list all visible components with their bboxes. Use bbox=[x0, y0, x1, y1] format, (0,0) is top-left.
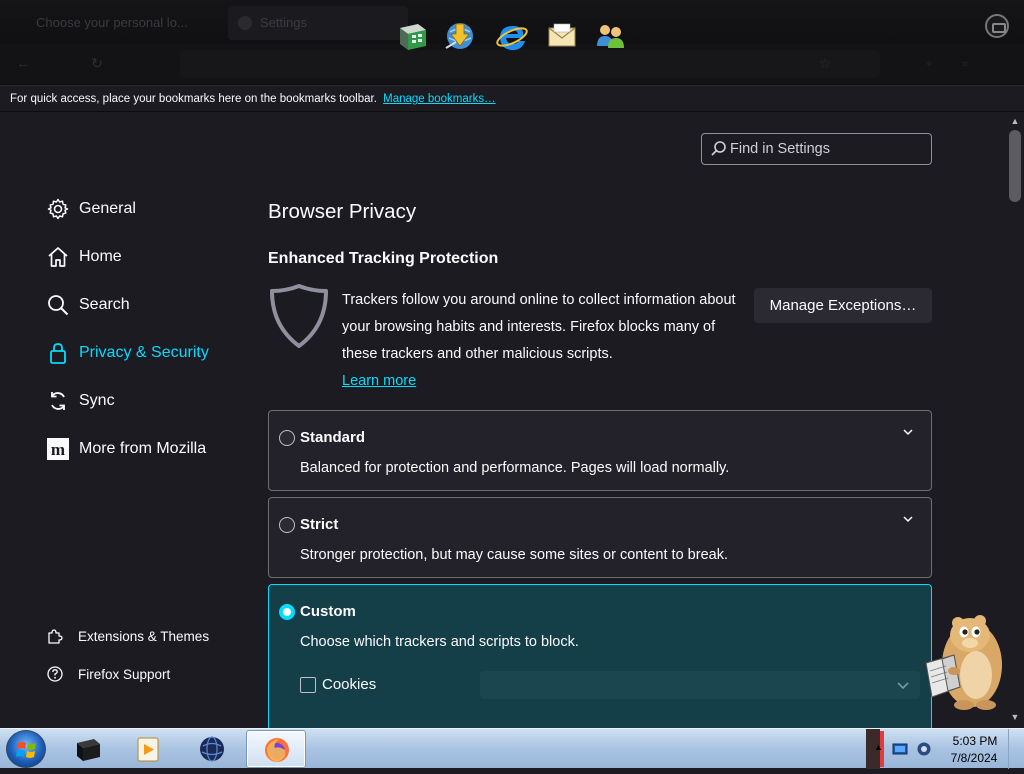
tab-inactive[interactable]: Choose your personal lo... bbox=[6, 6, 216, 40]
scrollbar-thumb[interactable] bbox=[1009, 130, 1021, 202]
app-menu-button[interactable] bbox=[985, 14, 1009, 38]
taskbar-app-terminal[interactable] bbox=[58, 730, 118, 768]
globe-icon bbox=[200, 736, 224, 762]
chevron-down-icon[interactable] bbox=[901, 512, 915, 526]
manage-bookmarks-link[interactable]: Manage bookmarks… bbox=[383, 93, 496, 105]
taskbar: ▲ 5:03 PM 7/8/2024 bbox=[0, 728, 1024, 769]
taskbar-app-media-player[interactable] bbox=[118, 730, 178, 768]
cookies-row: Cookies bbox=[300, 671, 920, 699]
search-icon bbox=[48, 295, 69, 316]
mozilla-icon: m bbox=[47, 438, 69, 460]
custom-radio[interactable] bbox=[279, 604, 295, 620]
option-description: Choose which trackers and scripts to blo… bbox=[300, 634, 579, 650]
chevron-down-icon[interactable] bbox=[901, 425, 915, 439]
extensions-icon[interactable]: ▫ bbox=[956, 54, 974, 72]
sidebar-item-home[interactable]: Home bbox=[46, 243, 122, 271]
bookmark-star-icon[interactable]: ☆ bbox=[816, 54, 834, 72]
svg-text:m: m bbox=[51, 440, 65, 459]
taskbar-app-firefox[interactable] bbox=[246, 730, 306, 768]
sidebar-item-general[interactable]: General bbox=[46, 195, 136, 223]
browser-chrome: Choose your personal lo... Settings ← ↻ … bbox=[0, 0, 1024, 85]
download-globe-icon[interactable] bbox=[442, 18, 478, 54]
manage-exceptions-button[interactable]: Manage Exceptions… bbox=[754, 288, 932, 323]
sidebar-item-label: Sync bbox=[79, 392, 115, 409]
volume-icon[interactable] bbox=[916, 741, 932, 757]
puzzle-icon bbox=[48, 629, 63, 644]
sync-icon bbox=[51, 392, 65, 410]
section-title: Enhanced Tracking Protection bbox=[268, 250, 499, 267]
start-button[interactable] bbox=[6, 730, 46, 768]
sidebar-item-label: More from Mozilla bbox=[79, 440, 207, 457]
sidebar-item-label: General bbox=[79, 200, 136, 217]
option-strict[interactable]: Strict Stronger protection, but may caus… bbox=[268, 497, 932, 578]
gear-icon bbox=[238, 16, 252, 30]
sidebar-item-search[interactable]: Search bbox=[46, 291, 130, 319]
search-icon bbox=[711, 141, 726, 156]
quick-launch-bar bbox=[380, 10, 650, 58]
tab-title: Settings bbox=[260, 15, 307, 30]
firefox-support-label: Firefox Support bbox=[78, 666, 171, 682]
search-input[interactable] bbox=[730, 138, 925, 160]
spreadsheet-icon[interactable] bbox=[394, 18, 430, 54]
clock-date[interactable]: 7/8/2024 bbox=[948, 751, 1000, 765]
standard-radio[interactable] bbox=[279, 430, 295, 446]
etp-description: Trackers follow you around online to col… bbox=[342, 287, 742, 395]
sidebar-item-label: Home bbox=[79, 248, 122, 265]
sidebar-item-more-from-mozilla[interactable]: m More from Mozilla bbox=[46, 435, 206, 463]
terminal-icon bbox=[77, 739, 100, 761]
windows-logo-icon bbox=[16, 742, 36, 758]
tray-expand-icon[interactable]: ▲ bbox=[874, 742, 883, 752]
extensions-themes-label: Extensions & Themes bbox=[78, 628, 210, 644]
shield-icon bbox=[270, 284, 328, 348]
help-icon bbox=[47, 666, 63, 682]
option-description: Balanced for protection and performance.… bbox=[300, 460, 730, 476]
strict-radio[interactable] bbox=[279, 517, 295, 533]
sidebar-item-label: Search bbox=[79, 296, 130, 313]
gear-icon bbox=[47, 198, 69, 220]
settings-page: General Home Search Privacy & Security S… bbox=[0, 112, 1006, 728]
clock-time[interactable]: 5:03 PM bbox=[952, 734, 998, 748]
system-tray: ▲ bbox=[866, 729, 1024, 769]
option-description: Stronger protection, but may cause some … bbox=[300, 547, 728, 563]
show-desktop-button[interactable] bbox=[1008, 729, 1024, 769]
learn-more-link[interactable]: Learn more bbox=[342, 373, 416, 389]
network-icon[interactable] bbox=[892, 741, 908, 757]
scroll-up-icon[interactable]: ▲ bbox=[1010, 116, 1020, 126]
home-icon bbox=[48, 247, 68, 267]
mail-envelope-icon[interactable] bbox=[544, 18, 580, 54]
firefox-support-link[interactable]: Firefox Support bbox=[46, 665, 170, 683]
scroll-down-icon[interactable]: ▼ bbox=[1010, 712, 1020, 722]
option-title: Standard bbox=[300, 429, 366, 446]
sidebar-item-privacy-security[interactable]: Privacy & Security bbox=[46, 339, 209, 367]
option-title: Strict bbox=[300, 516, 339, 533]
cookies-checkbox[interactable] bbox=[300, 677, 316, 693]
lock-icon bbox=[50, 343, 66, 364]
chevron-down-icon bbox=[897, 682, 909, 690]
sidebar-item-sync[interactable]: Sync bbox=[46, 387, 115, 415]
messenger-users-icon[interactable] bbox=[592, 18, 628, 54]
option-standard[interactable]: Standard Balanced for protection and per… bbox=[268, 410, 932, 491]
shield-toolbar-icon[interactable]: ◦ bbox=[920, 54, 938, 72]
option-custom[interactable]: Custom Choose which trackers and scripts… bbox=[268, 584, 932, 728]
etp-description-text: Trackers follow you around online to col… bbox=[342, 292, 736, 362]
taskbar-app-globe[interactable] bbox=[182, 730, 242, 768]
firefox-icon bbox=[265, 738, 289, 762]
cookies-dropdown[interactable] bbox=[480, 671, 920, 699]
sidebar-item-label: Privacy & Security bbox=[79, 344, 209, 361]
internet-explorer-icon[interactable] bbox=[494, 18, 530, 54]
bookmarks-toolbar: For quick access, place your bookmarks h… bbox=[0, 85, 1024, 112]
option-title: Custom bbox=[300, 603, 356, 620]
back-icon[interactable]: ← bbox=[14, 54, 32, 72]
tab-title: Choose your personal lo... bbox=[36, 15, 188, 30]
find-in-settings[interactable] bbox=[701, 133, 932, 165]
media-player-icon bbox=[137, 737, 159, 762]
cookies-label: Cookies bbox=[322, 676, 377, 693]
reload-icon[interactable]: ↻ bbox=[88, 54, 106, 72]
page-title: Browser Privacy bbox=[268, 200, 417, 223]
hamster-mascot-icon bbox=[925, 615, 1002, 710]
bookmarks-message: For quick access, place your bookmarks h… bbox=[10, 93, 377, 105]
extensions-themes-link[interactable]: Extensions & Themes bbox=[46, 627, 209, 645]
